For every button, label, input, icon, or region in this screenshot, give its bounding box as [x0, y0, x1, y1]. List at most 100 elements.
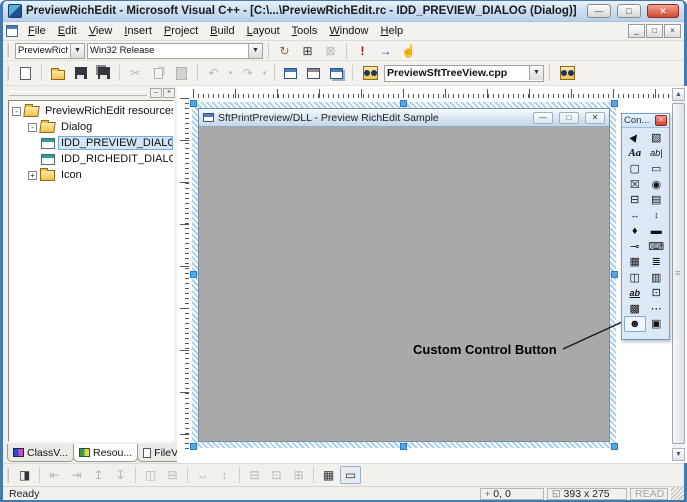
menu-project[interactable]: Project [158, 23, 204, 39]
menu-file[interactable]: File [22, 23, 52, 39]
tree-label-selected[interactable]: IDD_PREVIEW_DIALOG [58, 136, 173, 150]
resize-grip[interactable] [671, 487, 684, 500]
dialog-maximize-button[interactable]: □ [559, 112, 579, 124]
tool-picture-icon[interactable]: ▧ [646, 130, 668, 146]
preview-dialog[interactable]: SftPrintPreview/DLL - Preview RichEdit S… [198, 108, 610, 442]
tree-row-idd-preview-dialog[interactable]: IDD_PREVIEW_DIALOG [9, 135, 173, 151]
mdi-child-icon[interactable] [6, 25, 18, 37]
tool-progress-icon[interactable]: ▬ [646, 223, 668, 239]
toggle-guides-button[interactable]: ▭ [340, 466, 361, 484]
tree-row-idd-richedit-dialog[interactable]: IDD_RICHEDIT_DIALOG [9, 151, 173, 167]
new-file-button[interactable] [15, 65, 36, 82]
panel-close-button[interactable]: × [163, 88, 175, 98]
test-dialog-button[interactable]: ◨ [14, 466, 35, 484]
mdi-restore-button[interactable]: □ [646, 24, 663, 38]
menu-window[interactable]: Window [323, 23, 374, 39]
tab-resourceview[interactable]: Resou... [73, 444, 138, 462]
compile-button[interactable]: ↻ [274, 42, 295, 59]
combo-dropdown-icon[interactable]: ▼ [529, 66, 543, 80]
tool-edit-box-icon[interactable]: ab| [646, 146, 668, 162]
expand-icon[interactable]: + [28, 171, 37, 180]
tool-custom-control-icon[interactable]: ☻ [624, 316, 646, 332]
tool-radio-button-icon[interactable]: ◉ [646, 177, 668, 193]
tool-animate-icon[interactable]: ▥ [646, 270, 668, 286]
collapse-icon[interactable]: - [12, 107, 21, 116]
tool-hot-key-icon[interactable]: ⌨ [646, 239, 668, 255]
execute-program-button[interactable]: ! [352, 42, 373, 59]
mdi-minimize-button[interactable]: _ [628, 24, 645, 38]
close-button[interactable]: ✕ [647, 4, 679, 18]
tool-combo-box-icon[interactable]: ⊟ [624, 192, 646, 208]
tool-rich-edit-icon[interactable]: ab [624, 285, 646, 301]
preview-dialog-titlebar[interactable]: SftPrintPreview/DLL - Preview RichEdit S… [199, 109, 609, 127]
menu-layout[interactable]: Layout [241, 23, 286, 39]
menu-insert[interactable]: Insert [118, 23, 158, 39]
scrollbar-thumb[interactable] [672, 103, 685, 444]
tool-select-icon[interactable]: ▶ [624, 130, 646, 146]
tool-horizontal-scroll-bar-icon[interactable]: ↔ [624, 208, 646, 224]
output-toggle-button[interactable] [303, 65, 324, 82]
window-list-button[interactable] [326, 65, 347, 82]
find-file-combo[interactable]: PreviewSftTreeView.cpp ▼ [384, 65, 544, 82]
tool-static-text-icon[interactable]: Aa [624, 146, 646, 162]
controls-toolbox[interactable]: Con... × ▶ ▧ Aa ab| ▢ ▭ ☒ ◉ ⊟ ▤ ↔ ↕ ♦ ▬ … [621, 113, 670, 340]
preview-dialog-body[interactable] [199, 127, 609, 441]
tool-ip-address-icon[interactable]: ⋯ [646, 301, 668, 317]
workspace-panel-header[interactable]: – × [7, 87, 175, 99]
tree-row-resources[interactable]: - PreviewRichEdit resources [9, 103, 173, 119]
tool-list-box-icon[interactable]: ▤ [646, 192, 668, 208]
mdi-close-button[interactable]: × [664, 24, 681, 38]
tree-row-icon-folder[interactable]: + Icon [9, 167, 173, 183]
tool-check-box-icon[interactable]: ☒ [624, 177, 646, 193]
build-button[interactable]: ⊞ [297, 42, 318, 59]
tree-label[interactable]: Icon [58, 169, 85, 181]
save-button[interactable] [70, 65, 91, 82]
dialog-close-button[interactable]: ✕ [585, 112, 605, 124]
resize-handle-bottom-left[interactable] [190, 443, 197, 450]
resize-handle-top-right[interactable] [611, 100, 618, 107]
tool-spin-icon[interactable]: ♦ [624, 223, 646, 239]
combo-dropdown-icon[interactable]: ▼ [248, 44, 262, 58]
toolbar-gripper[interactable] [6, 66, 9, 81]
tree-label[interactable]: Dialog [58, 121, 95, 133]
resize-handle-right-center[interactable] [611, 271, 618, 278]
menu-help[interactable]: Help [375, 23, 410, 39]
menu-tools[interactable]: Tools [286, 23, 324, 39]
scroll-down-icon[interactable]: ▼ [672, 448, 685, 461]
tool-extended-combo-box-icon[interactable]: ▣ [646, 316, 668, 332]
dialog-minimize-button[interactable]: — [533, 112, 553, 124]
resize-handle-top-left[interactable] [190, 100, 197, 107]
tool-slider-icon[interactable]: ⊸ [624, 239, 646, 255]
menu-view[interactable]: View [83, 23, 119, 39]
tool-vertical-scroll-bar-icon[interactable]: ↕ [646, 208, 668, 224]
tab-classview[interactable]: ClassV... [7, 444, 74, 462]
toolbar-gripper[interactable] [6, 43, 9, 58]
tool-button-icon[interactable]: ▭ [646, 161, 668, 177]
combo-dropdown-icon[interactable]: ▼ [70, 44, 84, 58]
active-project-combo[interactable]: PreviewRichEdit ▼ [15, 43, 85, 59]
tree-row-dialog-folder[interactable]: - Dialog [9, 119, 173, 135]
menu-edit[interactable]: Edit [52, 23, 83, 39]
go-button[interactable]: → [375, 42, 396, 59]
tree-label[interactable]: PreviewRichEdit resources [42, 105, 173, 117]
resize-handle-left-center[interactable] [190, 271, 197, 278]
toolbar-gripper[interactable] [6, 468, 9, 483]
tool-tab-control-icon[interactable]: ◫ [624, 270, 646, 286]
save-all-button[interactable] [93, 65, 114, 82]
tool-date-time-picker-icon[interactable]: ⊡ [646, 285, 668, 301]
resize-handle-top-center[interactable] [400, 100, 407, 107]
search-button[interactable] [555, 65, 579, 82]
toolbox-titlebar[interactable]: Con... × [622, 114, 669, 128]
maximize-button[interactable]: □ [617, 4, 641, 18]
dialog-selection-frame[interactable]: SftPrintPreview/DLL - Preview RichEdit S… [192, 102, 616, 448]
resize-handle-bottom-right[interactable] [611, 443, 618, 450]
panel-dock-button[interactable]: – [150, 88, 162, 98]
minimize-button[interactable]: — [587, 4, 611, 18]
tool-month-calendar-icon[interactable]: ▩ [624, 301, 646, 317]
collapse-icon[interactable]: - [28, 123, 37, 132]
tool-tree-control-icon[interactable]: ≣ [646, 254, 668, 270]
tree-label[interactable]: IDD_RICHEDIT_DIALOG [58, 153, 173, 165]
workspace-toggle-button[interactable] [280, 65, 301, 82]
tool-group-box-icon[interactable]: ▢ [624, 161, 646, 177]
active-config-combo[interactable]: Win32 Release ▼ [87, 43, 263, 59]
